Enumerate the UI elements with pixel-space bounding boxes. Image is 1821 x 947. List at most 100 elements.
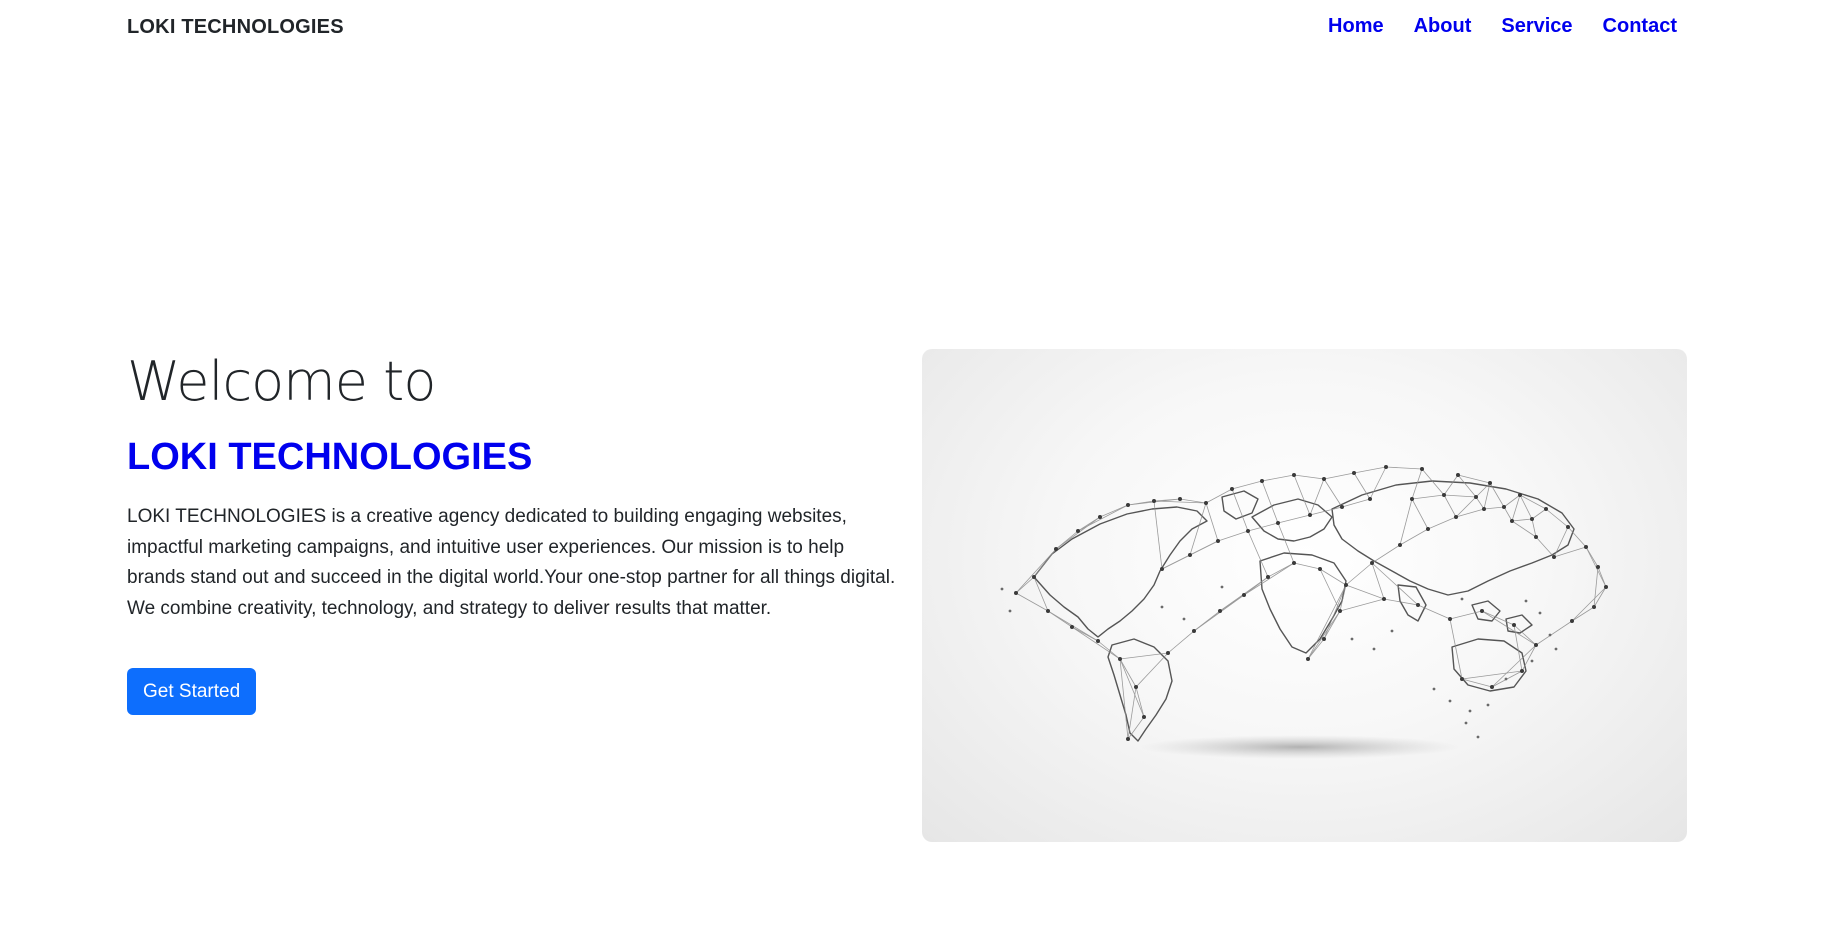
network-line [1119, 652, 1169, 660]
network-node [1456, 473, 1460, 477]
network-line [1267, 562, 1295, 578]
scatter-dot [1000, 587, 1004, 591]
network-line [1511, 518, 1533, 522]
scatter-dot [1486, 703, 1490, 707]
network-line [1231, 488, 1249, 532]
nav-link-about[interactable]: About [1414, 15, 1472, 38]
scatter-dot [1460, 597, 1464, 601]
network-line [1153, 500, 1163, 570]
hero-description: LOKI TECHNOLOGIES is a creative agency d… [127, 506, 896, 619]
network-node [1246, 529, 1250, 533]
network-node [1398, 543, 1402, 547]
network-line [1371, 544, 1401, 564]
network-node [1460, 677, 1464, 681]
network-line [1553, 546, 1587, 558]
network-node [1510, 519, 1514, 523]
network-line [1205, 502, 1219, 542]
network-line [1443, 494, 1457, 518]
network-node [1204, 501, 1208, 505]
network-node [1096, 639, 1100, 643]
network-node [1416, 603, 1420, 607]
network-node [1340, 505, 1344, 509]
network-line [1247, 530, 1269, 578]
network-line [1535, 536, 1555, 558]
network-node [1292, 473, 1296, 477]
scatter-dot [1524, 599, 1528, 603]
network-line [1353, 466, 1387, 474]
network-node [1318, 567, 1322, 571]
network-node [1242, 593, 1246, 597]
hero-text: Welcome to LOKI TECHNOLOGIES LOKI TECHNO… [127, 350, 897, 715]
page: LOKI TECHNOLOGIES Home About Service Con… [0, 0, 1821, 947]
network-node [1454, 515, 1458, 519]
network-node [1308, 513, 1312, 517]
network-node [1488, 481, 1492, 485]
network-node [1448, 617, 1452, 621]
network-line [1511, 494, 1521, 522]
company-name-heading: LOKI TECHNOLOGIES [127, 436, 533, 478]
network-node [1482, 507, 1486, 511]
network-node [1426, 527, 1430, 531]
navbar: LOKI TECHNOLOGIES Home About Service Con… [0, 0, 1821, 56]
network-line [1443, 494, 1477, 498]
network-line [1399, 528, 1429, 546]
scatter-dot [1554, 647, 1558, 651]
network-node [1276, 521, 1280, 525]
network-line [1189, 540, 1219, 556]
scatter-dot [1464, 721, 1468, 725]
scatter-dot [1530, 659, 1534, 663]
hero-image [922, 349, 1687, 842]
scatter-dot [1548, 633, 1552, 637]
network-node [1070, 625, 1074, 629]
network-node [1014, 591, 1018, 595]
network-node [1352, 471, 1356, 475]
get-started-button[interactable]: Get Started [127, 668, 257, 715]
network-node [1552, 555, 1556, 559]
scatter-dot [1476, 735, 1480, 739]
network-line [1167, 630, 1195, 654]
scatter-dot [1160, 605, 1164, 609]
scatter-dot [1468, 709, 1472, 713]
network-line [1323, 478, 1343, 508]
network-line [1503, 506, 1513, 522]
network-line [1475, 496, 1485, 510]
network-node [1344, 583, 1348, 587]
nav-link-contact[interactable]: Contact [1603, 15, 1677, 38]
network-line [1277, 514, 1311, 524]
scatter-dot [1448, 699, 1452, 703]
network-line [1411, 468, 1423, 500]
network-line [1489, 482, 1505, 508]
network-node [1032, 575, 1036, 579]
network-line [1369, 466, 1387, 500]
network-node [1596, 565, 1600, 569]
network-node [1502, 505, 1506, 509]
network-line [1385, 466, 1423, 470]
network-node [1076, 529, 1080, 533]
network-node [1570, 619, 1574, 623]
network-node [1260, 479, 1264, 483]
network-line [1411, 494, 1445, 500]
nav-link-service[interactable]: Service [1501, 15, 1572, 38]
network-line [1307, 610, 1341, 660]
network-line [1243, 562, 1295, 596]
scatter-dot [1538, 611, 1542, 615]
scatter-dot [1008, 609, 1012, 613]
network-node [1544, 507, 1548, 511]
network-node [1530, 517, 1534, 521]
network-node [1188, 553, 1192, 557]
brand-logo[interactable]: LOKI TECHNOLOGIES [127, 16, 344, 39]
network-node [1534, 535, 1538, 539]
network-node [1518, 493, 1522, 497]
nav-links: Home About Service Contact [1328, 15, 1677, 38]
network-node [1490, 685, 1494, 689]
network-line [1503, 494, 1521, 508]
network-line [1545, 508, 1569, 528]
network-line [1345, 584, 1385, 600]
network-line [1571, 606, 1595, 622]
network-node [1382, 597, 1386, 601]
network-line [1127, 686, 1137, 740]
network-node [1534, 643, 1538, 647]
nav-link-home[interactable]: Home [1328, 15, 1384, 38]
network-node [1370, 561, 1374, 565]
network-line [1033, 576, 1049, 612]
